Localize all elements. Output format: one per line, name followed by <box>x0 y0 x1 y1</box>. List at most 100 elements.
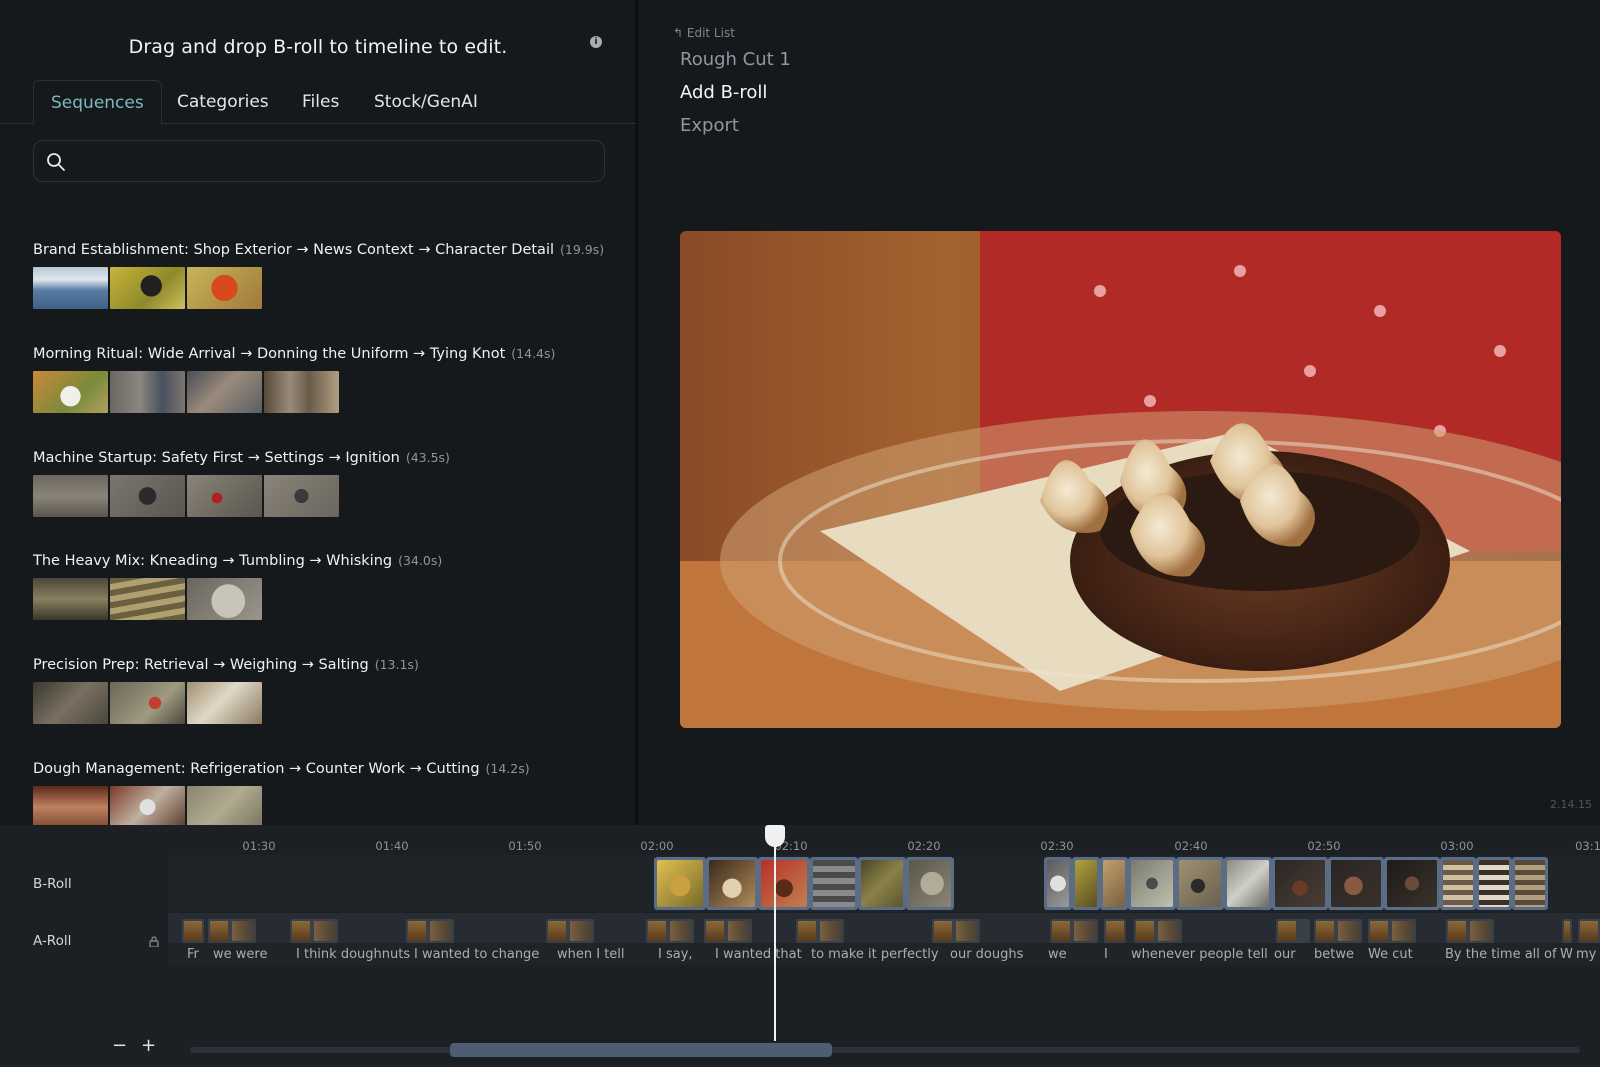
aroll-clip[interactable] <box>208 919 256 943</box>
broll-clip[interactable] <box>1044 857 1072 910</box>
clip-thumbnail[interactable] <box>187 682 262 724</box>
broll-clip[interactable] <box>1176 857 1224 910</box>
transcript-word[interactable]: whenever people tell <box>1131 947 1268 962</box>
nav-export[interactable]: Export <box>680 115 739 136</box>
clip-thumbnail[interactable] <box>110 371 185 413</box>
playhead-handle[interactable] <box>765 825 785 847</box>
broll-clip[interactable] <box>810 857 858 910</box>
clip-thumbnail[interactable] <box>187 475 262 517</box>
broll-clip[interactable] <box>906 857 954 910</box>
broll-clip[interactable] <box>654 857 706 910</box>
transcript-word[interactable]: By the time all of <box>1445 947 1557 962</box>
aroll-clip[interactable] <box>1368 919 1416 943</box>
broll-clip[interactable] <box>758 857 810 910</box>
aroll-clip[interactable] <box>1314 919 1362 943</box>
nav-add-broll[interactable]: Add B-roll <box>680 82 767 103</box>
broll-clip[interactable] <box>1128 857 1176 910</box>
zoom-in-button[interactable]: + <box>141 1035 156 1056</box>
aroll-clip[interactable] <box>406 919 454 943</box>
aroll-clip[interactable] <box>796 919 844 943</box>
aroll-clip[interactable] <box>1104 919 1126 943</box>
transcript-word[interactable]: when I tell <box>557 947 625 962</box>
clip-thumbnail[interactable] <box>33 786 108 826</box>
clip-thumbnail[interactable] <box>33 682 108 724</box>
clip-thumbnail[interactable] <box>33 578 108 620</box>
broll-clip[interactable] <box>1072 857 1100 910</box>
aroll-clip[interactable] <box>704 919 752 943</box>
broll-clip[interactable] <box>1272 857 1328 910</box>
clip-thumbnail[interactable] <box>187 578 262 620</box>
aroll-clip[interactable] <box>546 919 594 943</box>
search-input[interactable] <box>76 141 596 181</box>
clip-thumbnail[interactable] <box>187 371 262 413</box>
transcript-word[interactable]: to make it perfectly <box>811 947 939 962</box>
broll-clip[interactable] <box>1100 857 1128 910</box>
transcript-word[interactable]: We cut <box>1368 947 1413 962</box>
timeline[interactable]: 01:30 01:40 01:50 02:00 02:10 02:20 02:3… <box>0 825 1600 1067</box>
tab-sequences[interactable]: Sequences <box>33 80 162 125</box>
transcript-word[interactable]: Fr <box>187 947 199 962</box>
clip-thumbnail[interactable] <box>110 786 185 826</box>
sequence-item[interactable]: Morning Ritual: Wide Arrival → Donning t… <box>33 343 555 413</box>
broll-track[interactable] <box>168 855 1600 912</box>
aroll-clip[interactable] <box>1276 919 1310 943</box>
sequence-item[interactable]: The Heavy Mix: Kneading → Tumbling → Whi… <box>33 550 442 620</box>
timeline-scrollbar-thumb[interactable] <box>450 1043 832 1057</box>
sequence-item[interactable]: Brand Establishment: Shop Exterior → New… <box>33 239 604 309</box>
aroll-clip[interactable] <box>1562 919 1572 943</box>
broll-clip[interactable] <box>1384 857 1440 910</box>
transcript-word[interactable]: our <box>1274 947 1296 962</box>
edit-list-link[interactable]: ↰ Edit List <box>673 26 735 40</box>
broll-clip[interactable] <box>858 857 906 910</box>
broll-clip[interactable] <box>1440 857 1476 910</box>
tab-categories[interactable]: Categories <box>160 80 286 124</box>
tab-stock-genai[interactable]: Stock/GenAI <box>357 80 495 124</box>
info-icon[interactable]: i <box>590 36 602 48</box>
sequence-item[interactable]: Dough Management: Refrigeration → Counte… <box>33 758 530 826</box>
playhead-line[interactable] <box>774 845 776 1041</box>
aroll-clip[interactable] <box>1578 919 1600 943</box>
clip-thumbnail[interactable] <box>110 578 185 620</box>
transcript-word[interactable]: our doughs <box>950 947 1023 962</box>
transcript-word[interactable]: my r <box>1576 947 1600 962</box>
transcript-word[interactable]: we were <box>213 947 267 962</box>
search-box[interactable] <box>33 140 605 182</box>
broll-clip[interactable] <box>1476 857 1512 910</box>
transcript-word[interactable]: I say, <box>658 947 693 962</box>
transcript-word[interactable]: betwe <box>1314 947 1354 962</box>
aroll-clip[interactable] <box>182 919 204 943</box>
clip-thumbnail[interactable] <box>187 786 262 826</box>
aroll-clip[interactable] <box>290 919 338 943</box>
timeline-scrollbar[interactable] <box>190 1047 1580 1053</box>
aroll-clip[interactable] <box>1134 919 1182 943</box>
transcript-word[interactable]: we <box>1048 947 1067 962</box>
clip-thumbnail[interactable] <box>33 371 108 413</box>
aroll-clip[interactable] <box>1446 919 1494 943</box>
broll-clip[interactable] <box>706 857 758 910</box>
broll-clip[interactable] <box>1224 857 1272 910</box>
broll-clip[interactable] <box>1512 857 1548 910</box>
timeline-ruler[interactable]: 01:30 01:40 01:50 02:00 02:10 02:20 02:3… <box>168 825 1600 855</box>
transcript-word[interactable]: I wanted that <box>715 947 802 962</box>
clip-thumbnail[interactable] <box>110 475 185 517</box>
transcript-word[interactable]: I wanted to change <box>414 947 539 962</box>
transcript-word[interactable]: I think doughnuts <box>296 947 410 962</box>
lock-icon[interactable] <box>149 936 159 947</box>
transcript-word[interactable]: W <box>1560 947 1573 962</box>
clip-thumbnail[interactable] <box>33 475 108 517</box>
clip-thumbnail[interactable] <box>264 475 339 517</box>
video-preview[interactable] <box>680 231 1561 728</box>
nav-rough-cut[interactable]: Rough Cut 1 <box>680 49 791 70</box>
clip-thumbnail[interactable] <box>264 371 339 413</box>
aroll-track[interactable] <box>168 913 1600 943</box>
sequence-item[interactable]: Machine Startup: Safety First → Settings… <box>33 447 450 517</box>
clip-thumbnail[interactable] <box>33 267 108 309</box>
tab-files[interactable]: Files <box>285 80 356 124</box>
aroll-clip[interactable] <box>1050 919 1098 943</box>
aroll-clip[interactable] <box>646 919 694 943</box>
broll-clip[interactable] <box>1328 857 1384 910</box>
clip-thumbnail[interactable] <box>187 267 262 309</box>
clip-thumbnail[interactable] <box>110 682 185 724</box>
zoom-out-button[interactable]: − <box>112 1035 127 1056</box>
aroll-clip[interactable] <box>932 919 980 943</box>
